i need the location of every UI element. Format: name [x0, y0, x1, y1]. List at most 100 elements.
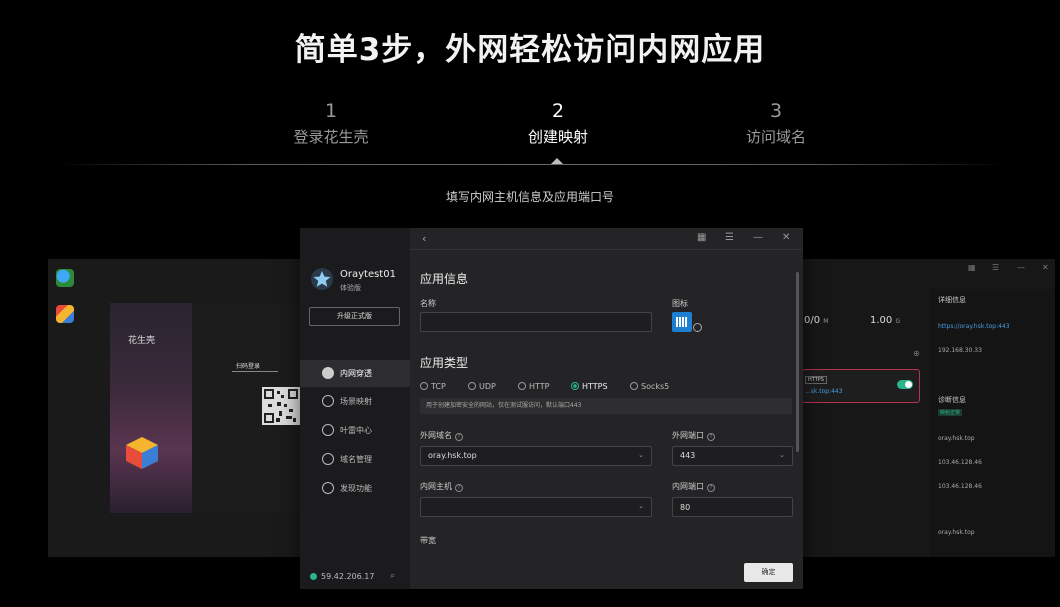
protocol-badge: HTTPS: [805, 376, 827, 384]
radio-socks5[interactable]: Socks5: [630, 382, 669, 391]
peanut-desktop-icon: [56, 305, 74, 323]
edge-desktop-icon: [56, 269, 74, 287]
host-label: 内网主机?: [420, 481, 463, 492]
app-type-radios: TCP UDP HTTP HTTPS Socks5: [420, 382, 800, 396]
host-select[interactable]: ⌄: [420, 497, 652, 517]
minimize-icon[interactable]: —: [1017, 263, 1025, 272]
active-step-caret-icon: [551, 158, 563, 164]
step-label: 登录花生壳: [293, 128, 369, 146]
scan-tab-underline: [232, 371, 278, 372]
chevron-down-icon: ⌄: [638, 502, 644, 510]
login-window: 花生壳 扫码登录: [48, 259, 300, 557]
step-number: 3: [769, 100, 783, 122]
domain-value-2: oray.hsk.top: [938, 529, 975, 536]
scrollbar[interactable]: [796, 272, 799, 452]
ext-port-select[interactable]: 443 ⌄: [672, 446, 793, 466]
compass-icon: [322, 482, 334, 494]
steps-divider: [55, 164, 1005, 165]
create-mapping-window: Oraytest01 体验版 升级正式版 内网穿透 场景映射 叶雷中心 域名管理…: [300, 228, 803, 589]
close-icon[interactable]: ✕: [1042, 263, 1049, 272]
status-title: 诊断信息: [938, 396, 966, 404]
scan-login-tab[interactable]: 扫码登录: [236, 361, 260, 370]
page-headline: 简单3步，外网轻松访问内网应用: [294, 32, 766, 68]
nav-item-scene[interactable]: 场景映射: [300, 388, 410, 415]
bandwidth-label: 带宽: [420, 536, 436, 545]
info-pane: 详细信息 https://oray.hsk.top:443 192.168.30…: [930, 289, 1055, 557]
nav-label: 叶雷中心: [340, 426, 372, 435]
domain-select[interactable]: oray.hsk.top ⌄: [420, 446, 652, 466]
step-2[interactable]: 2 创建映射: [478, 100, 638, 147]
step-number: 2: [551, 100, 565, 122]
help-icon: ?: [455, 433, 463, 441]
login-artwork: 花生壳: [110, 303, 192, 513]
chevron-down-icon: ⌄: [779, 451, 785, 459]
public-ip: 59.42.206.17: [321, 572, 375, 581]
chevron-down-icon: ⌄: [638, 451, 644, 459]
qr-icon[interactable]: ▦: [697, 232, 706, 243]
mapping-toggle[interactable]: [897, 380, 913, 389]
name-input[interactable]: [420, 312, 652, 332]
scene-icon: [322, 395, 334, 407]
close-icon[interactable]: ✕: [782, 232, 790, 243]
nav-label: 内网穿透: [340, 369, 372, 378]
radio-tcp[interactable]: TCP: [420, 382, 446, 391]
mapping-card[interactable]: HTTPS ...sk.top:443: [802, 369, 920, 403]
star-avatar-icon: [311, 268, 333, 290]
app-icon-picker[interactable]: [672, 312, 692, 332]
step-3[interactable]: 3 访问域名: [696, 100, 856, 147]
traffic-stat: 0/0 M: [804, 315, 829, 326]
search-icon[interactable]: ⌕: [390, 571, 395, 581]
minimize-icon[interactable]: —: [753, 232, 763, 243]
plan-label: 体验版: [340, 284, 361, 292]
help-icon: ?: [707, 433, 715, 441]
radio-https[interactable]: HTTPS: [571, 382, 608, 391]
online-status-icon: [310, 573, 317, 580]
add-icon[interactable]: ⊕: [913, 349, 920, 358]
intranet-icon: [322, 367, 334, 379]
section-app-info: 应用信息: [420, 272, 469, 286]
name-label: 名称: [420, 299, 436, 308]
step-number: 1: [324, 100, 338, 122]
art-title: 花生壳: [128, 336, 156, 346]
step-1[interactable]: 1 登录花生壳: [251, 100, 411, 147]
int-port-label: 内网端口?: [672, 481, 715, 492]
confirm-button[interactable]: 确定: [744, 563, 793, 582]
peanut-cube-icon: [126, 437, 158, 469]
nav-label: 场景映射: [340, 397, 372, 406]
user-name: Oraytest01: [340, 269, 396, 280]
step-label: 访问域名: [745, 128, 806, 146]
qr-code-icon: [262, 387, 300, 443]
status-badge: 映射正常: [938, 409, 963, 416]
int-port-input[interactable]: [672, 497, 793, 517]
radio-http[interactable]: HTTP: [518, 382, 549, 391]
app-type-hint: 用于创建加密安全的网站，仅在测试服访问，默认端口443: [420, 398, 792, 414]
domain-icon: [322, 453, 334, 465]
domain-label: 外网域名?: [420, 430, 463, 441]
edit-icon[interactable]: [693, 323, 702, 332]
qr-icon[interactable]: ▦: [968, 263, 976, 272]
info-title: 详细信息: [938, 296, 966, 304]
nav-label: 域名管理: [340, 455, 372, 464]
back-icon[interactable]: ‹: [422, 232, 426, 245]
help-icon: ?: [455, 484, 463, 492]
mapping-form: 应用信息 名称 图标 应用类型 TCP UDP HTTP HTTPS Socks…: [410, 250, 803, 589]
title-bar: ‹ ▦ ☰ — ✕: [410, 228, 803, 250]
nav-item-intranet[interactable]: 内网穿透: [300, 360, 410, 387]
domain-value: oray.hsk.top: [938, 435, 975, 442]
nav-item-domain[interactable]: 域名管理: [300, 446, 410, 473]
grid-icon: [322, 424, 334, 436]
radio-udp[interactable]: UDP: [468, 382, 496, 391]
step-subtitle: 填写内网主机信息及应用端口号: [445, 190, 614, 204]
menu-icon[interactable]: ☰: [992, 263, 999, 272]
host-ip: 192.168.30.33: [938, 347, 982, 354]
nav-label: 发现功能: [340, 484, 372, 493]
menu-icon[interactable]: ☰: [725, 232, 734, 243]
section-app-type: 应用类型: [420, 356, 469, 370]
access-link[interactable]: https://oray.hsk.top:443: [938, 323, 1010, 330]
step-label: 创建映射: [527, 128, 588, 146]
nav-item-discover[interactable]: 发现功能: [300, 475, 410, 502]
nav-item-center[interactable]: 叶雷中心: [300, 417, 410, 444]
mapping-link[interactable]: ...sk.top:443: [805, 388, 843, 395]
quota-stat: 1.00 G: [870, 315, 901, 326]
upgrade-button[interactable]: 升级正式版: [309, 307, 400, 326]
